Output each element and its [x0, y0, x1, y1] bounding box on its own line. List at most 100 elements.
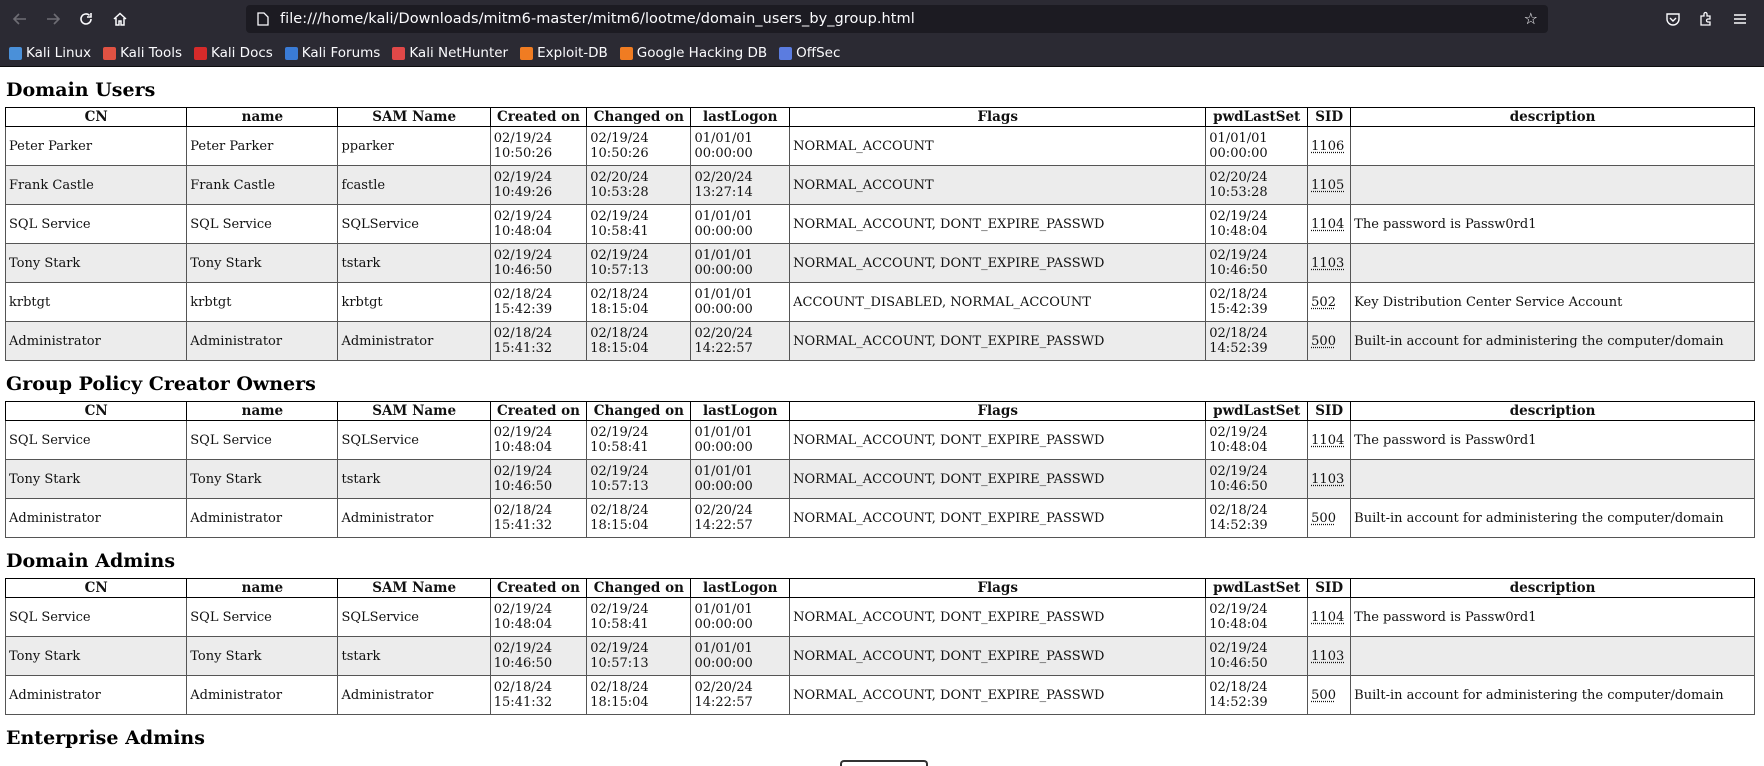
sid-value[interactable]: 1103 — [1311, 649, 1344, 664]
sid-value[interactable]: 500 — [1311, 688, 1336, 703]
cell-flags: NORMAL_ACCOUNT, DONT_EXPIRE_PASSWD — [789, 420, 1207, 460]
date-part: 02/20/24 — [694, 503, 753, 518]
column-header: SAM Name — [337, 107, 491, 127]
cell-name: Tony Stark — [186, 636, 339, 676]
bookmark-item[interactable]: Kali Forums — [284, 45, 380, 61]
date-part: 02/19/24 — [493, 464, 553, 479]
forward-icon[interactable] — [42, 8, 64, 30]
cell-lastlogon: 01/01/01 00:00:00 — [690, 459, 791, 499]
bookmark-star-icon[interactable]: ☆ — [1524, 9, 1538, 28]
bookmark-label: Google Hacking DB — [636, 45, 768, 61]
bookmark-item[interactable]: Google Hacking DB — [619, 45, 768, 61]
bookmark-item[interactable]: Kali Docs — [194, 45, 273, 61]
home-icon[interactable] — [109, 8, 131, 30]
cell-description: The password is Passw0rd1 — [1350, 420, 1755, 460]
date-part: 02/18/24 — [493, 503, 553, 518]
cell-changed: 02/19/24 10:58:41 — [586, 597, 692, 637]
cell-cn: Frank Castle — [4, 165, 188, 205]
cell-cn: SQL Service — [4, 420, 188, 460]
bookmark-item[interactable]: Kali Linux — [9, 45, 91, 61]
cell-cn: Peter Parker — [4, 126, 188, 166]
cell-cn: krbtgt — [4, 282, 188, 322]
date-part: 02/18/24 — [1209, 503, 1268, 518]
pocket-icon[interactable] — [1663, 9, 1683, 29]
sid-value[interactable]: 1104 — [1311, 433, 1344, 448]
time-part: 00:00:00 — [694, 440, 753, 455]
cell-description: The password is Passw0rd1 — [1350, 204, 1755, 244]
menu-icon[interactable] — [1730, 9, 1750, 29]
time-part: 10:53:28 — [1209, 185, 1268, 200]
cell-changed: 02/19/24 10:58:41 — [586, 204, 692, 244]
table-row: SQL Service SQL Service SQLService 02/19/24… — [4, 597, 1755, 637]
sid-value[interactable]: 502 — [1311, 295, 1336, 310]
time-part: 00:00:00 — [694, 479, 753, 494]
cell-lastlogon: 02/20/24 14:22:57 — [690, 321, 791, 361]
bookmark-favicon-icon — [103, 46, 117, 60]
time-part: 18:15:04 — [590, 695, 649, 710]
column-header: name — [186, 578, 339, 598]
cell-created: 02/19/24 10:46:50 — [489, 459, 588, 499]
cell-created: 02/19/24 10:48:04 — [489, 420, 588, 460]
sid-value[interactable]: 500 — [1311, 511, 1336, 526]
cell-sam: fcastle — [337, 165, 491, 205]
bookmark-item[interactable]: Kali NetHunter — [392, 45, 508, 61]
cell-flags: NORMAL_ACCOUNT, DONT_EXPIRE_PASSWD — [789, 636, 1207, 676]
sid-value[interactable]: 1105 — [1311, 178, 1344, 193]
url-bar[interactable]: file:///home/kali/Downloads/mitm6-master… — [246, 5, 1548, 33]
sid-value[interactable]: 1104 — [1311, 217, 1344, 232]
users-table: CN name SAM Name Created on Changed on lastLo… — [4, 401, 1755, 538]
time-part: 00:00:00 — [694, 656, 753, 671]
sid-value[interactable]: 1103 — [1311, 256, 1344, 271]
column-header: description — [1350, 578, 1755, 598]
cell-lastlogon: 02/20/24 14:22:57 — [690, 675, 791, 715]
cell-changed: 02/19/24 10:57:13 — [586, 636, 692, 676]
column-header: Changed on — [586, 578, 692, 598]
date-part: 01/01/01 — [694, 248, 753, 263]
browser-chrome: file:///home/kali/Downloads/mitm6-master… — [0, 0, 1764, 67]
time-part: 15:41:32 — [493, 695, 553, 710]
time-part: 10:48:04 — [493, 440, 553, 455]
url-text[interactable]: file:///home/kali/Downloads/mitm6-master… — [280, 11, 915, 27]
cell-created: 02/18/24 15:41:32 — [489, 498, 588, 538]
date-part: 02/19/24 — [1209, 641, 1268, 656]
bookmark-item[interactable]: Exploit-DB — [520, 45, 608, 61]
sid-value[interactable]: 1106 — [1311, 139, 1344, 154]
time-part: 00:00:00 — [694, 302, 753, 317]
cell-flags: NORMAL_ACCOUNT, DONT_EXPIRE_PASSWD — [789, 243, 1207, 283]
cell-description — [1350, 243, 1755, 283]
cell-pwdlastset: 02/19/24 10:48:04 — [1205, 597, 1309, 637]
bookmark-item[interactable]: OffSec — [779, 45, 840, 61]
extensions-icon[interactable] — [1696, 9, 1716, 29]
section-heading-wrap: Domain Admins — [0, 538, 1764, 578]
section-heading-wrap: Domain Users — [0, 67, 1764, 107]
cell-flags: NORMAL_ACCOUNT, DONT_EXPIRE_PASSWD — [789, 597, 1207, 637]
sid-value[interactable]: 500 — [1311, 334, 1336, 349]
sid-value[interactable]: 1104 — [1311, 610, 1344, 625]
cell-pwdlastset: 02/19/24 10:48:04 — [1205, 420, 1309, 460]
cell-pwdlastset: 02/19/24 10:48:04 — [1205, 204, 1309, 244]
time-part: 00:00:00 — [694, 263, 753, 278]
cell-name: SQL Service — [186, 204, 339, 244]
section-title: Group Policy Creator Owners — [6, 373, 316, 395]
section-heading-wrap: Group Policy Creator Owners — [0, 361, 1764, 401]
bookmark-item[interactable]: Kali Tools — [103, 45, 182, 61]
cell-name: SQL Service — [186, 597, 339, 637]
cell-lastlogon: 01/01/01 00:00:00 — [690, 597, 791, 637]
cell-sam: pparker — [337, 126, 491, 166]
date-part: 02/18/24 — [1209, 287, 1268, 302]
time-part: 10:48:04 — [493, 224, 553, 239]
cell-flags: NORMAL_ACCOUNT, DONT_EXPIRE_PASSWD — [789, 498, 1207, 538]
time-part: 10:48:04 — [1209, 224, 1268, 239]
date-part: 02/19/24 — [590, 209, 649, 224]
cell-description — [1350, 165, 1755, 205]
cell-sid: 1103 — [1307, 636, 1352, 676]
back-icon[interactable] — [9, 8, 31, 30]
time-part: 14:22:57 — [694, 695, 753, 710]
date-part: 02/20/24 — [590, 170, 649, 185]
users-table: CN name SAM Name Created on Changed on lastLo… — [4, 578, 1755, 715]
sid-value[interactable]: 1103 — [1311, 472, 1344, 487]
cell-description: Built-in account for administering the c… — [1350, 675, 1755, 715]
cell-lastlogon: 01/01/01 00:00:00 — [690, 420, 791, 460]
cell-flags: NORMAL_ACCOUNT, DONT_EXPIRE_PASSWD — [789, 204, 1207, 244]
reload-icon[interactable] — [75, 8, 97, 30]
